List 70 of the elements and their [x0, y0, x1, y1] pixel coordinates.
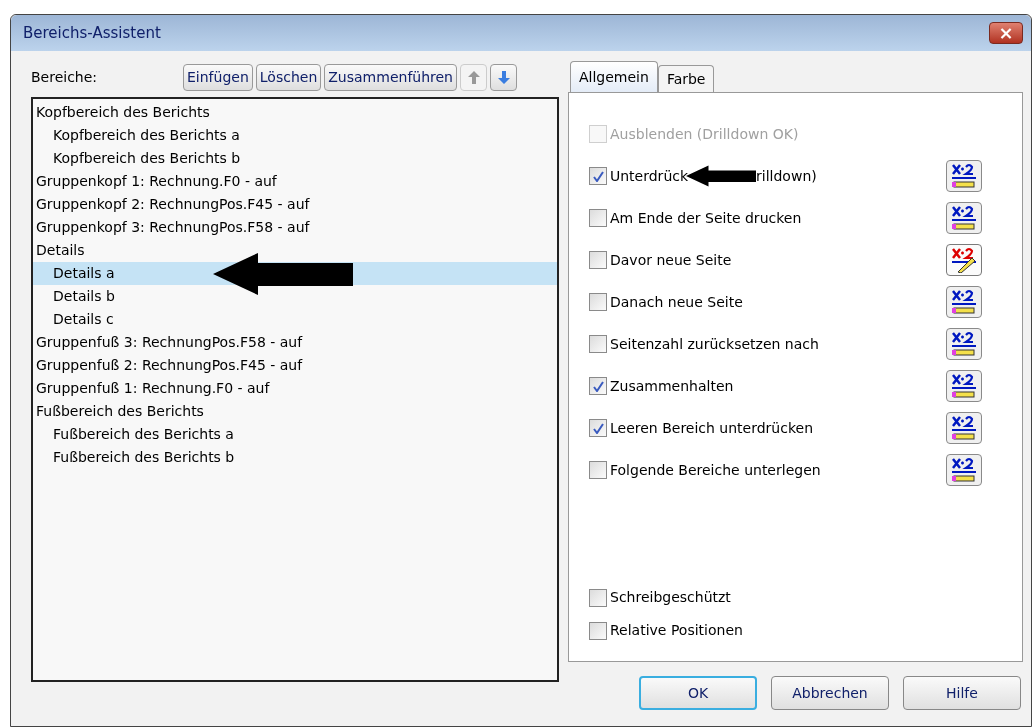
- formula-icon: [950, 415, 978, 441]
- formula-button[interactable]: [946, 286, 982, 318]
- checkbox[interactable]: [589, 293, 607, 311]
- checkmark-icon: [592, 170, 604, 182]
- tree-item[interactable]: Fußbereich des Berichts b: [33, 446, 557, 469]
- option-label: Davor neue Seite: [610, 250, 732, 270]
- formula-button[interactable]: [946, 370, 982, 402]
- toolbar-button[interactable]: Löschen: [255, 63, 322, 91]
- checkmark-icon: [592, 422, 604, 434]
- toolbar-button[interactable]: Zusammenführen: [324, 63, 457, 91]
- formula-icon: [950, 163, 978, 189]
- tree-item[interactable]: Gruppenfuß 3: RechnungPos.F58 - auf: [33, 331, 557, 354]
- checkbox[interactable]: [589, 167, 607, 185]
- move-down-button[interactable]: [490, 63, 517, 91]
- checkbox[interactable]: [589, 335, 607, 353]
- tree-item[interactable]: Details: [33, 239, 557, 262]
- sections-label: Bereiche:: [31, 67, 99, 87]
- checkbox[interactable]: [589, 377, 607, 395]
- close-button[interactable]: ×: [989, 22, 1023, 44]
- option-label: Am Ende der Seite drucken: [610, 208, 802, 228]
- formula-icon: [950, 205, 978, 231]
- checkbox[interactable]: [589, 419, 607, 437]
- option-label: Relative Positionen: [610, 621, 743, 640]
- option-label: Ausblenden (Drilldown OK): [610, 124, 799, 144]
- down-arrow-icon: [497, 70, 510, 84]
- checkbox[interactable]: [589, 209, 607, 227]
- window-title: Bereichs-Assistent: [23, 22, 161, 44]
- option-label: Seitenzahl zurücksetzen nach: [610, 334, 819, 354]
- formula-icon: [950, 457, 978, 483]
- dialog-button[interactable]: Abbrechen: [771, 676, 889, 710]
- formula-button[interactable]: [946, 244, 982, 276]
- checkbox[interactable]: [589, 251, 607, 269]
- formula-button[interactable]: [946, 202, 982, 234]
- tree-item[interactable]: Kopfbereich des Berichts b: [33, 147, 557, 170]
- tree-item[interactable]: Gruppenfuß 2: RechnungPos.F45 - auf: [33, 354, 557, 377]
- tree-item[interactable]: Details b: [33, 285, 557, 308]
- toolbar-button[interactable]: Einfügen: [183, 63, 253, 91]
- tree-item[interactable]: Gruppenfuß 1: Rechnung.F0 - auf: [33, 377, 557, 400]
- option-label: Danach neue Seite: [610, 292, 743, 312]
- option-label: Unterdrück: [610, 166, 689, 186]
- tree-item[interactable]: Fußbereich des Berichts: [33, 400, 557, 423]
- tree-item[interactable]: Kopfbereich des Berichts: [33, 101, 557, 124]
- formula-button[interactable]: [946, 412, 982, 444]
- tab[interactable]: Farbe: [657, 65, 715, 92]
- option-label: Leeren Bereich unterdrücken: [610, 418, 814, 438]
- formula-button[interactable]: [946, 454, 982, 486]
- option-label: Zusammenhalten: [610, 376, 734, 396]
- formula-icon: [950, 289, 978, 315]
- tree-item[interactable]: Kopfbereich des Berichts a: [33, 124, 557, 147]
- tab[interactable]: Allgemein: [570, 61, 658, 92]
- tree-item[interactable]: Details c: [33, 308, 557, 331]
- tree-item[interactable]: Gruppenkopf 1: Rechnung.F0 - auf: [33, 170, 557, 193]
- option-label: Folgende Bereiche unterlegen: [610, 460, 821, 480]
- formula-button[interactable]: [946, 328, 982, 360]
- formula-icon: [950, 331, 978, 357]
- checkbox[interactable]: [589, 461, 607, 479]
- dialog-button[interactable]: Hilfe: [903, 676, 1021, 710]
- checkmark-icon: [592, 380, 604, 392]
- checkbox[interactable]: [589, 621, 607, 640]
- tree-item[interactable]: Gruppenkopf 3: RechnungPos.F58 - auf: [33, 216, 557, 239]
- option-label: rilldown): [756, 166, 817, 186]
- formula-button[interactable]: [946, 160, 982, 192]
- checkbox[interactable]: [589, 588, 607, 607]
- tree-item[interactable]: Fußbereich des Berichts a: [33, 423, 557, 446]
- formula-icon: [950, 373, 978, 399]
- up-arrow-icon: [467, 70, 480, 84]
- option-label: Schreibgeschützt: [610, 588, 731, 607]
- tree-item[interactable]: Gruppenkopf 2: RechnungPos.F45 - auf: [33, 193, 557, 216]
- formula-pencil-icon: [950, 247, 978, 273]
- dialog-button[interactable]: OK: [639, 676, 757, 710]
